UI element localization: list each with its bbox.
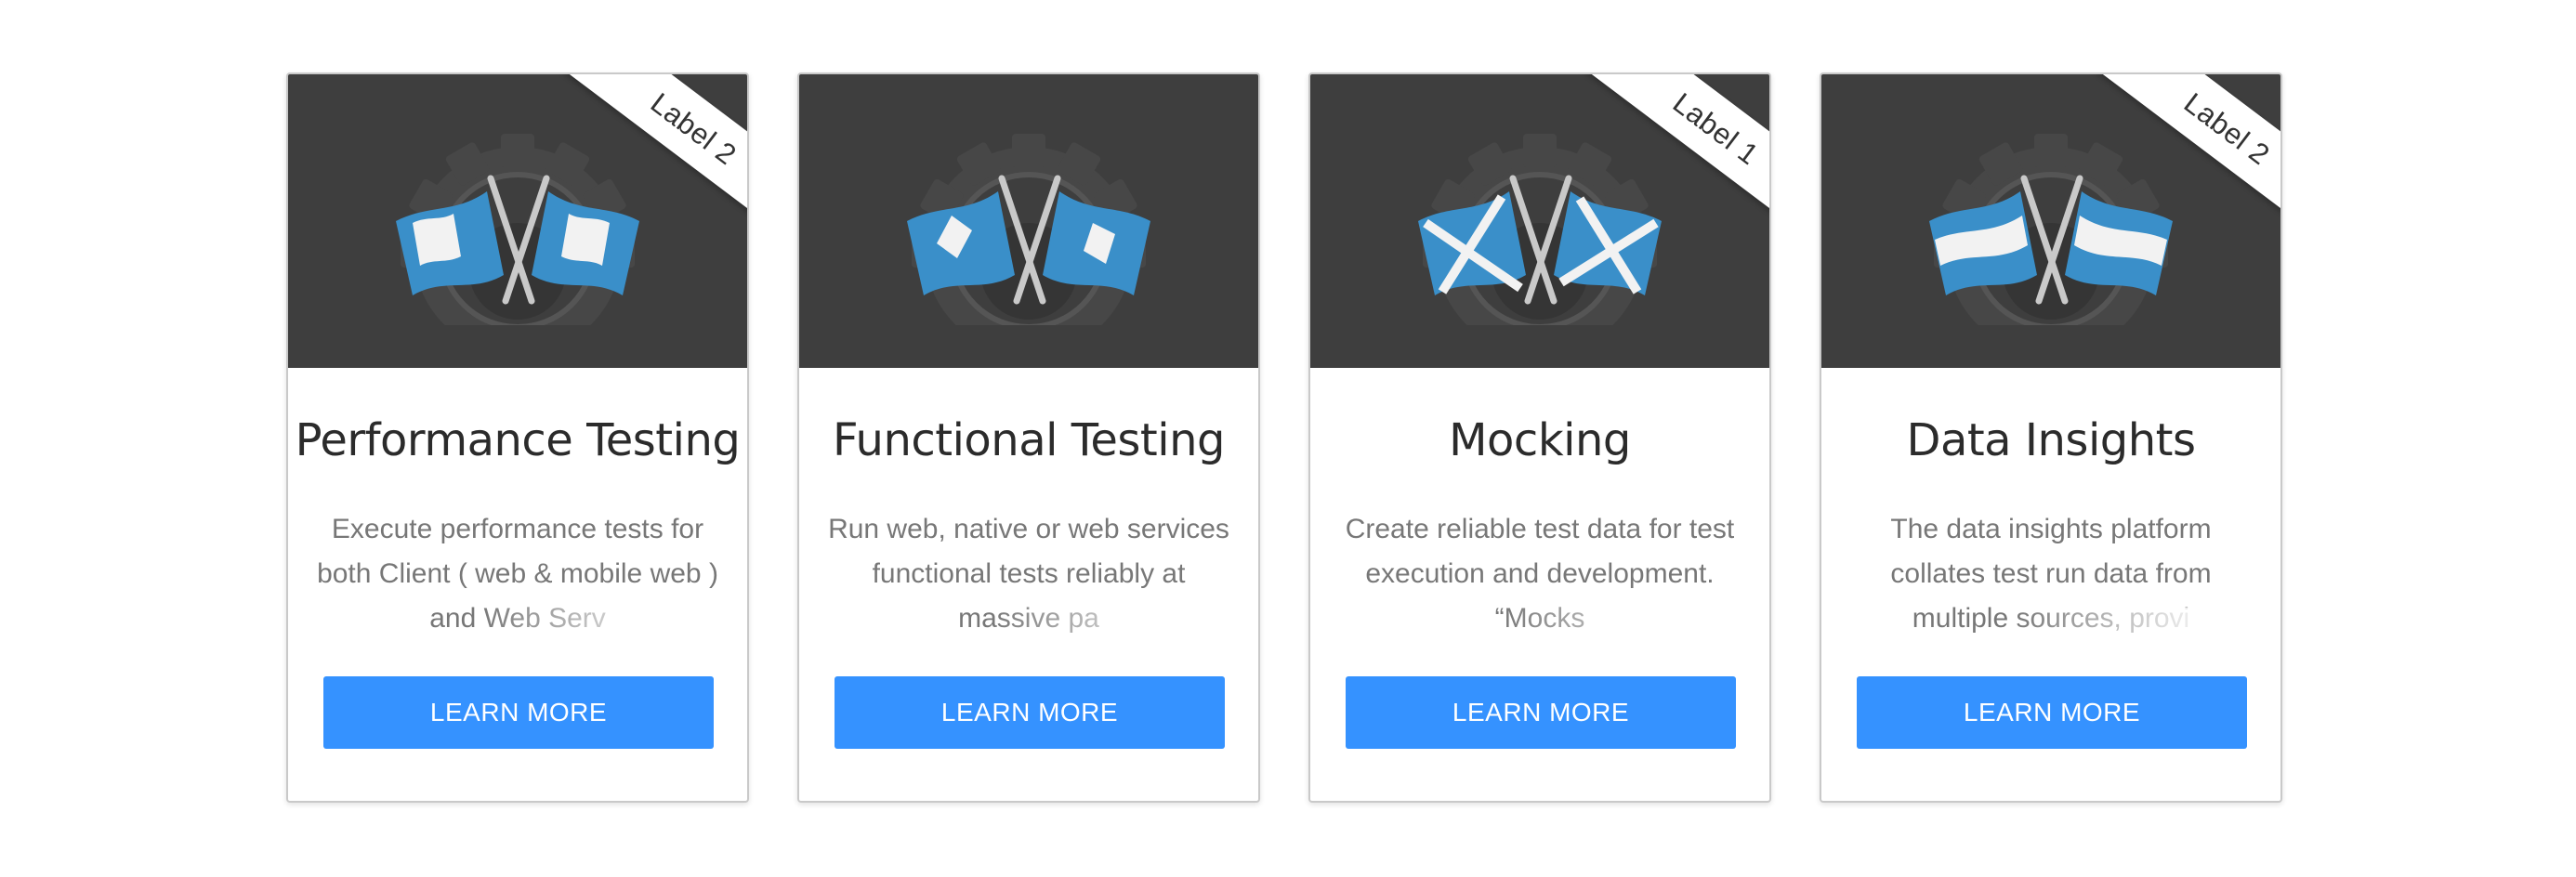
card-description: Run web, native or web services function…: [825, 507, 1232, 652]
card-mocking: Label 1 Mocking Create reliable test dat…: [1308, 72, 1771, 803]
card-title: Mocking: [1449, 414, 1631, 466]
card-description: The data insights platform collates test…: [1847, 507, 2254, 652]
card-title: Data Insights: [1906, 414, 2196, 466]
card-data-insights: Label 2 Data Insights The data insights …: [1820, 72, 2282, 803]
learn-more-button[interactable]: LEARN MORE: [1346, 676, 1736, 749]
card-functional-testing: Functional Testing Run web, native or we…: [797, 72, 1260, 803]
card-performance-testing: Label 2 Performance Testing Execute perf…: [286, 72, 749, 803]
card-title: Functional Testing: [833, 414, 1225, 466]
card-description: Create reliable test data for test execu…: [1336, 507, 1743, 652]
card-title: Performance Testing: [295, 414, 741, 466]
card-image: Label 2: [1821, 74, 2280, 368]
cards-row: Label 2 Performance Testing Execute perf…: [0, 0, 2576, 877]
card-description: Execute performance tests for both Clien…: [314, 507, 721, 652]
learn-more-button[interactable]: LEARN MORE: [1857, 676, 2247, 749]
crossed-flags-gear-icon: [799, 74, 1258, 368]
learn-more-button[interactable]: LEARN MORE: [323, 676, 714, 749]
learn-more-button[interactable]: LEARN MORE: [835, 676, 1225, 749]
card-image: Label 2: [288, 74, 747, 368]
card-image: Label 1: [1310, 74, 1769, 368]
card-image: [799, 74, 1258, 368]
